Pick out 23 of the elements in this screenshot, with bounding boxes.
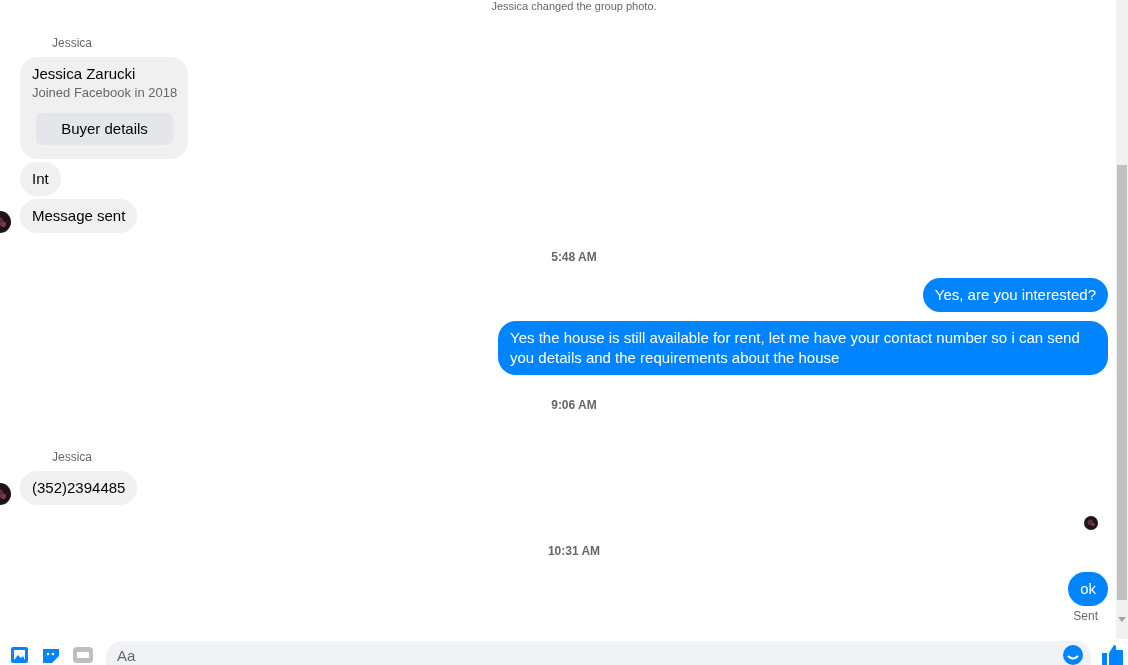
avatar-icon (1084, 516, 1098, 530)
image-icon[interactable] (9, 645, 29, 665)
message-bubble: (352)2394485 (20, 471, 138, 505)
profile-subtitle: Joined Facebook in 2018 (32, 84, 176, 102)
sent-status: Sent (1073, 609, 1098, 623)
sender-name: Jessica (52, 36, 92, 50)
scrollbar[interactable] (1116, 0, 1128, 639)
profile-name: Jessica Zarucki (32, 64, 137, 84)
timestamp: 5:48 AM (551, 250, 597, 264)
thumbs-up-icon[interactable] (1102, 645, 1124, 665)
buyer-details-button[interactable]: Buyer details (36, 113, 173, 145)
message-bubble: Message sent (20, 199, 138, 233)
timestamp: 9:06 AM (551, 398, 597, 412)
message-bubble: Yes, are you interested? (922, 278, 1108, 312)
message-input[interactable]: Aa (106, 641, 1091, 665)
system-notice: Jessica changed the group photo. (491, 0, 657, 12)
message-bubble: Int (20, 162, 61, 196)
emoji-icon[interactable] (1063, 645, 1083, 665)
timestamp: 10:31 AM (547, 544, 601, 558)
scroll-down-icon[interactable] (1118, 617, 1126, 622)
message-bubble: Yes the house is still available for rent, let me have your contact number so i can send you details and the requirements about the house (498, 321, 1108, 375)
sender-name: Jessica (52, 450, 92, 464)
message-bubble: ok (1068, 572, 1108, 606)
